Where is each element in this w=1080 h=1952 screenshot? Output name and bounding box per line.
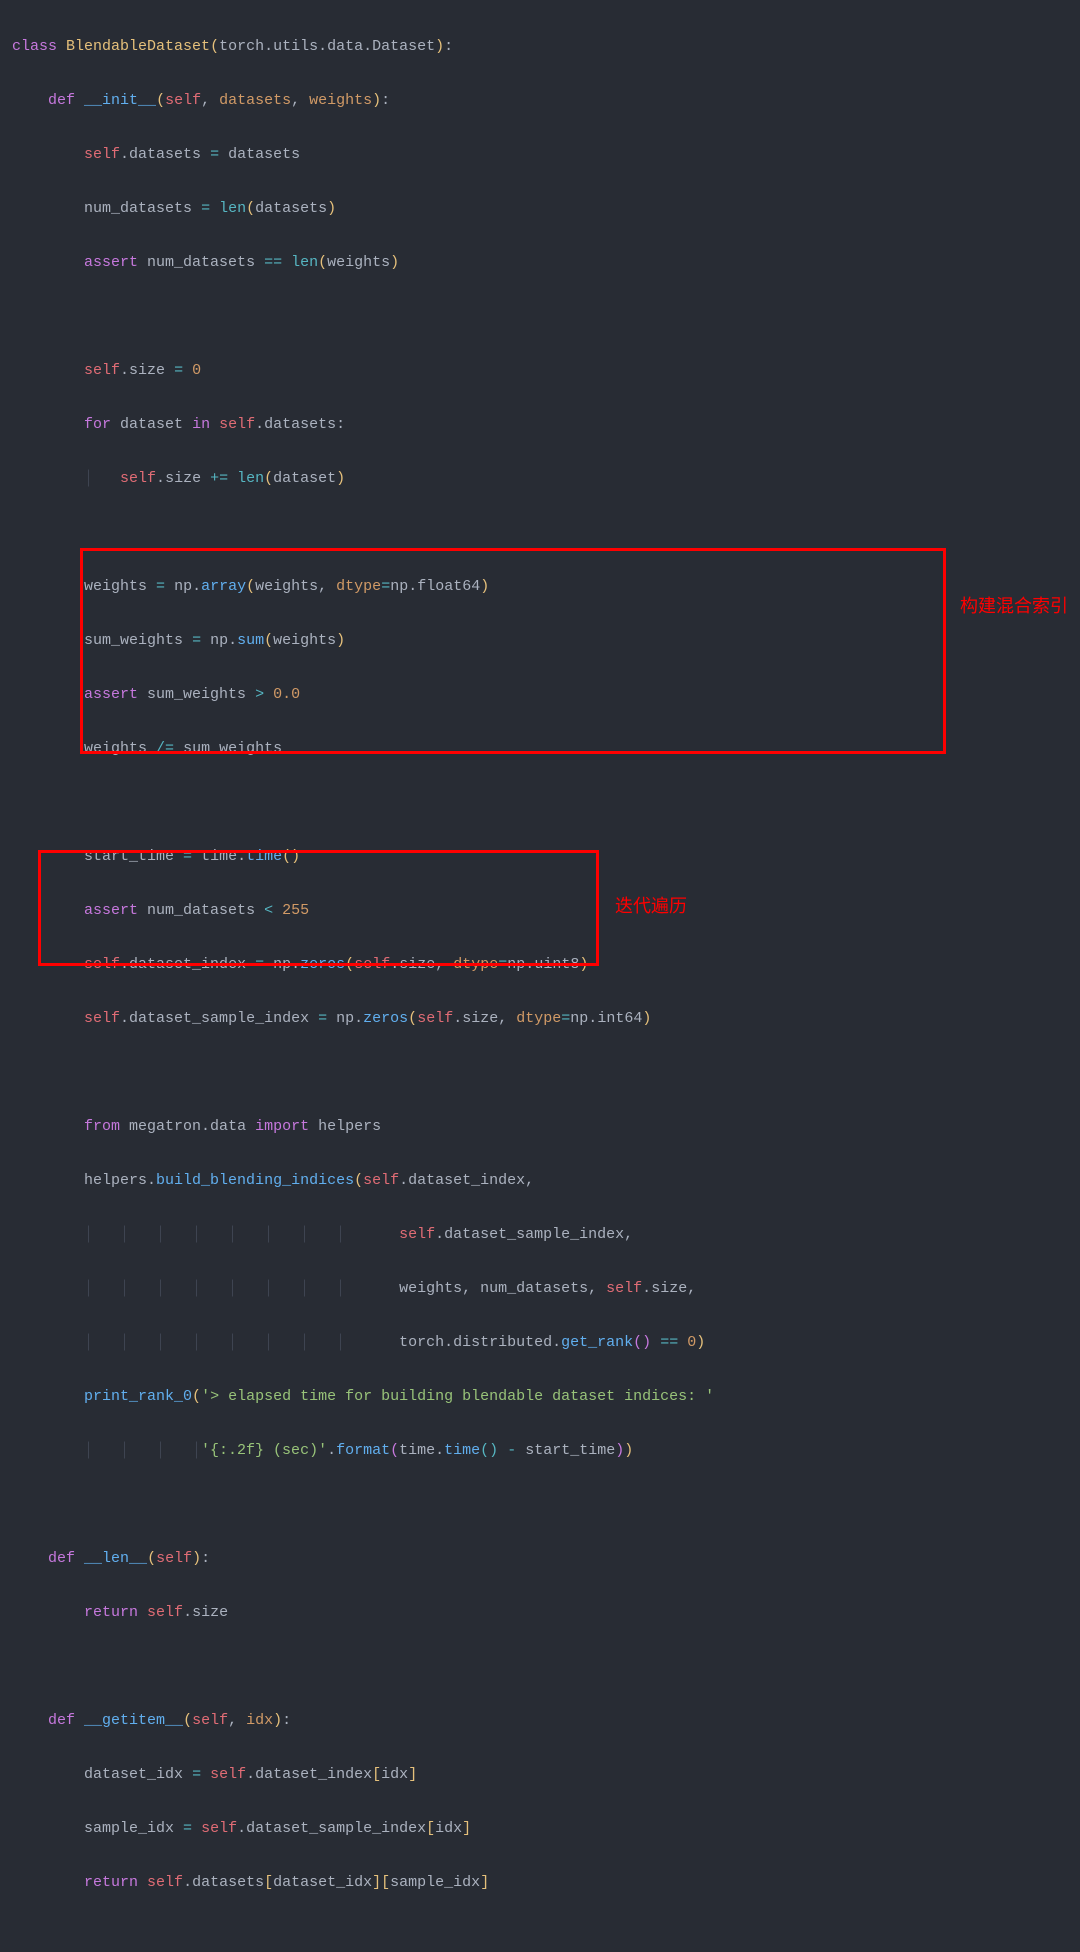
annotation-1: 构建混合索引 <box>960 590 1068 622</box>
code-line: def __init__(self, datasets, weights): <box>12 87 1068 114</box>
code-line: weights /= sum_weights <box>12 735 1068 762</box>
code-line: num_datasets = len(datasets) <box>12 195 1068 222</box>
code-line: │ │ │ │ │ │ │ │ self.dataset_sample_inde… <box>12 1221 1068 1248</box>
code-line <box>12 303 1068 330</box>
code-line: assert num_datasets == len(weights) <box>12 249 1068 276</box>
code-line: assert num_datasets < 255 <box>12 897 1068 924</box>
code-line <box>12 1491 1068 1518</box>
code-line: helpers.build_blending_indices(self.data… <box>12 1167 1068 1194</box>
code-line: def __getitem__(self, idx): <box>12 1707 1068 1734</box>
code-line: sum_weights = np.sum(weights) <box>12 627 1068 654</box>
code-line: │ │ │ │ │ │ │ │ torch.distributed.get_ra… <box>12 1329 1068 1356</box>
code-line: dataset_idx = self.dataset_index[idx] <box>12 1761 1068 1788</box>
code-line: start_time = time.time() <box>12 843 1068 870</box>
code-line: print_rank_0('> elapsed time for buildin… <box>12 1383 1068 1410</box>
code-line: for dataset in self.datasets: <box>12 411 1068 438</box>
code-editor: class BlendableDataset(torch.utils.data.… <box>0 0 1080 1952</box>
code-line: self.size = 0 <box>12 357 1068 384</box>
code-line: return self.size <box>12 1599 1068 1626</box>
code-line: return self.datasets[dataset_idx][sample… <box>12 1869 1068 1896</box>
code-line <box>12 519 1068 546</box>
code-line: │ │ │ │'{:.2f} (sec)'.format(time.time()… <box>12 1437 1068 1464</box>
code-line: │ self.size += len(dataset) <box>12 465 1068 492</box>
code-line: self.dataset_sample_index = np.zeros(sel… <box>12 1005 1068 1032</box>
code-line: assert sum_weights > 0.0 <box>12 681 1068 708</box>
code-line: weights = np.array(weights, dtype=np.flo… <box>12 573 1068 600</box>
code-line: sample_idx = self.dataset_sample_index[i… <box>12 1815 1068 1842</box>
code-line: from megatron.data import helpers <box>12 1113 1068 1140</box>
annotation-2: 迭代遍历 <box>615 890 687 922</box>
code-line: def __len__(self): <box>12 1545 1068 1572</box>
code-line <box>12 1653 1068 1680</box>
code-line: class BlendableDataset(torch.utils.data.… <box>12 33 1068 60</box>
code-line: │ │ │ │ │ │ │ │ weights, num_datasets, s… <box>12 1275 1068 1302</box>
code-line <box>12 1059 1068 1086</box>
code-line: self.datasets = datasets <box>12 141 1068 168</box>
code-line: self.dataset_index = np.zeros(self.size,… <box>12 951 1068 978</box>
code-line <box>12 789 1068 816</box>
